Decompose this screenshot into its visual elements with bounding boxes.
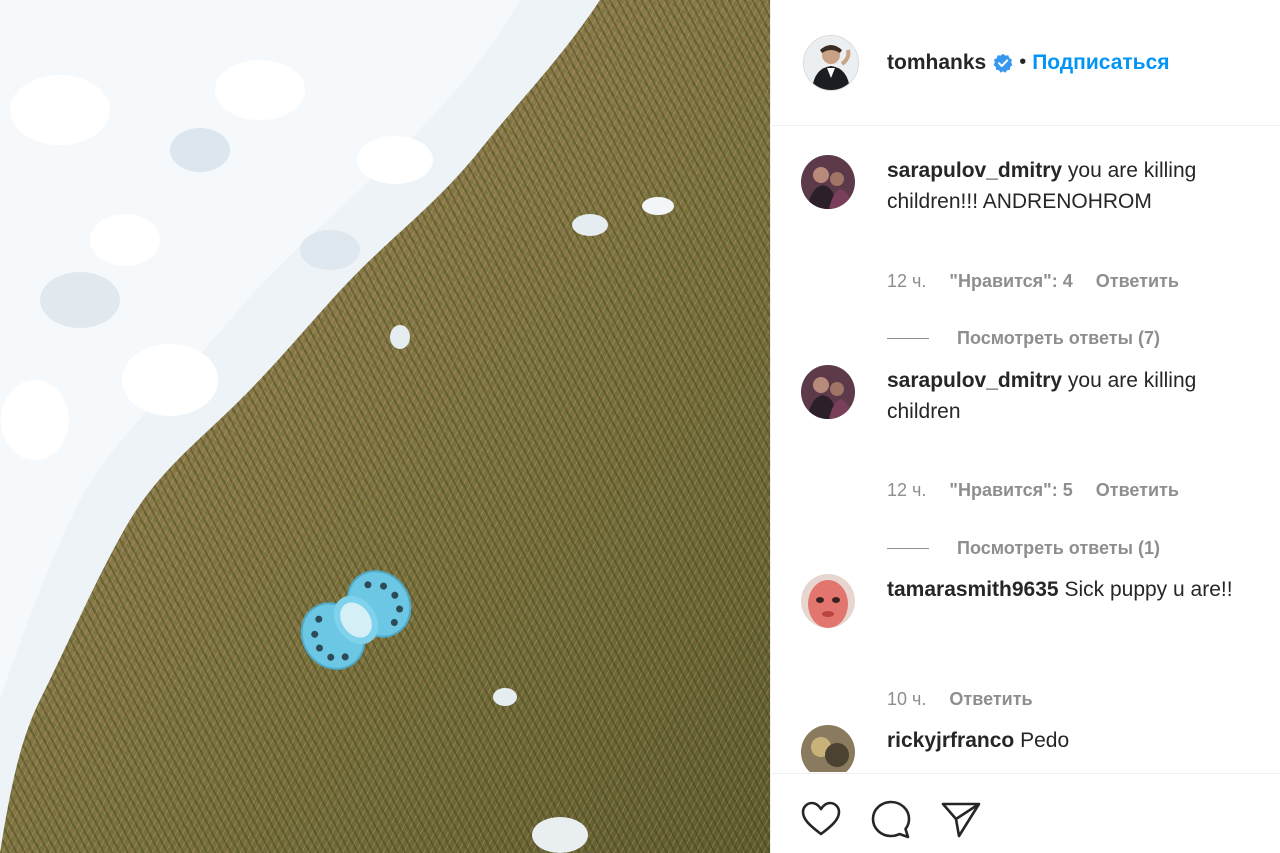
heart-icon[interactable]	[799, 798, 843, 842]
post-photo[interactable]	[0, 0, 770, 853]
comment-time[interactable]: 12 ч.	[887, 480, 926, 500]
commenter-avatar-image	[801, 725, 855, 772]
header-separator: •	[1019, 51, 1027, 73]
comments-list[interactable]: sarapulov_dmitry you are killing childre…	[771, 127, 1280, 772]
photo-scene	[0, 0, 674, 853]
replies-line	[887, 548, 929, 549]
comment-meta: 12 ч. "Нравится": 4 Ответить	[887, 271, 1197, 292]
post-header: tomhanks • Подписаться	[771, 0, 1280, 126]
commenter-avatar-image	[801, 365, 855, 419]
comment-text: Sick puppy u are!!	[1064, 578, 1233, 601]
comment-username[interactable]: sarapulov_dmitry	[887, 369, 1062, 392]
comment-meta: 10 ч. Ответить	[887, 689, 1051, 710]
author-username[interactable]: tomhanks	[887, 51, 986, 75]
replies-line	[887, 338, 929, 339]
commenter-avatar-image	[801, 574, 855, 628]
commenter-avatar[interactable]	[801, 155, 855, 209]
comment-username[interactable]: sarapulov_dmitry	[887, 159, 1062, 182]
paper-plane-icon[interactable]	[939, 798, 983, 842]
comment-username[interactable]: rickyjrfranco	[887, 729, 1014, 752]
commenter-avatar[interactable]	[801, 574, 855, 628]
author-avatar[interactable]	[803, 34, 859, 91]
view-replies-label: Посмотреть ответы (1)	[957, 538, 1160, 558]
view-replies-button[interactable]: Посмотреть ответы (1)	[887, 538, 1160, 559]
comment-time[interactable]: 12 ч.	[887, 271, 926, 291]
reply-button[interactable]: Ответить	[949, 689, 1032, 709]
verified-badge-icon	[993, 53, 1013, 73]
comment-meta: 12 ч. "Нравится": 5 Ответить	[887, 480, 1197, 501]
comment-text: Pedo	[1020, 729, 1070, 752]
comment-time[interactable]: 10 ч.	[887, 689, 926, 709]
commenter-avatar[interactable]	[801, 365, 855, 419]
commenter-avatar[interactable]	[801, 725, 855, 772]
view-replies-button[interactable]: Посмотреть ответы (7)	[887, 328, 1160, 349]
comment-likes[interactable]: "Нравится": 4	[949, 271, 1072, 291]
comment-username[interactable]: tamarasmith9635	[887, 578, 1059, 601]
pacifier	[300, 570, 412, 670]
post-side-panel: tomhanks • Подписаться sarapulov_dmitry	[770, 0, 1280, 853]
commenter-avatar-image	[801, 155, 855, 209]
post-actions-bar	[771, 773, 1280, 853]
reply-button[interactable]: Ответить	[1096, 271, 1179, 291]
follow-button[interactable]: Подписаться	[1032, 51, 1169, 75]
view-replies-label: Посмотреть ответы (7)	[957, 328, 1160, 348]
author-avatar-image	[804, 35, 858, 90]
comment-likes[interactable]: "Нравится": 5	[949, 480, 1072, 500]
reply-button[interactable]: Ответить	[1096, 480, 1179, 500]
comment-bubble-icon[interactable]	[869, 798, 913, 842]
